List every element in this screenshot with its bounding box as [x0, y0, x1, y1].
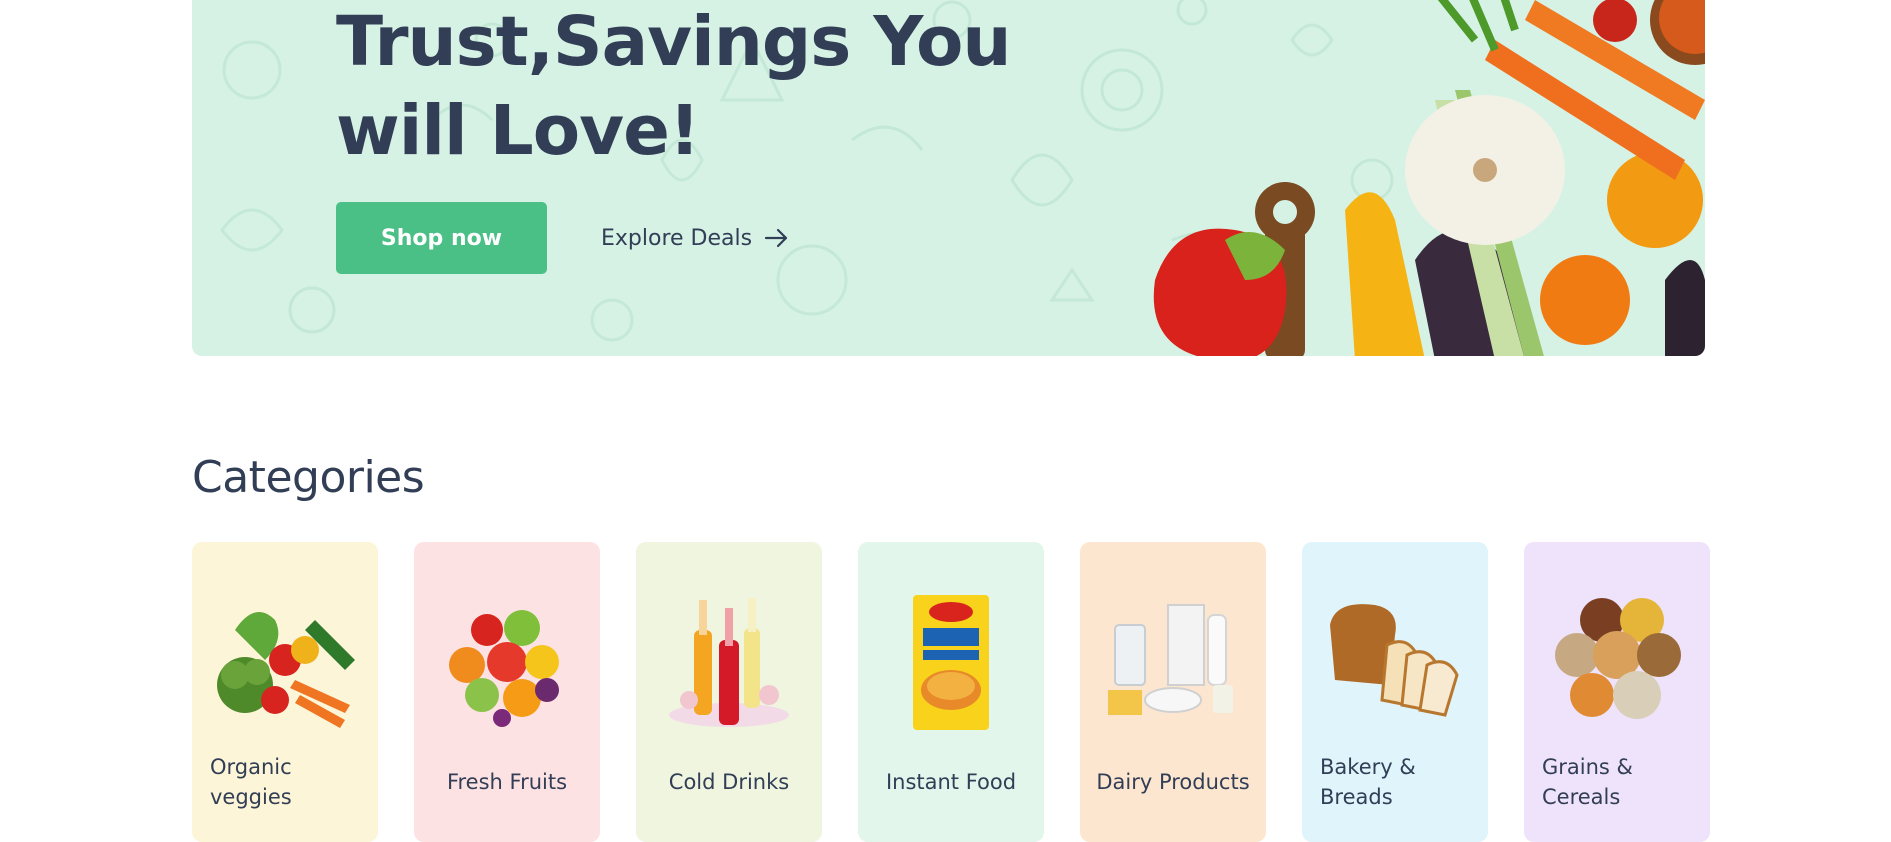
category-card-instant-food[interactable]: Instant Food: [858, 542, 1044, 842]
category-card-cold-drinks[interactable]: Cold Drinks: [636, 542, 822, 842]
category-card-dairy-products[interactable]: Dairy Products: [1080, 542, 1266, 842]
category-card-fresh-fruits[interactable]: Fresh Fruits: [414, 542, 600, 842]
explore-deals-label: Explore Deals: [601, 225, 753, 251]
category-card-organic-veggies[interactable]: Organic veggies: [192, 542, 378, 842]
category-label: Fresh Fruits: [446, 770, 568, 794]
fruits-icon: [449, 610, 559, 727]
shop-now-button[interactable]: Shop now: [336, 202, 547, 274]
bread-icon: [1330, 604, 1459, 717]
explore-deals-link[interactable]: Explore Deals: [601, 202, 790, 274]
categories-heading: Categories: [192, 452, 425, 503]
vegetables-illustration: [1153, 0, 1705, 356]
category-card-bakery-breads[interactable]: Bakery & Breads: [1302, 542, 1488, 842]
category-label: Instant Food: [885, 770, 1017, 794]
arrow-right-icon: [764, 228, 788, 248]
category-label: Grains & Cereals: [1542, 755, 1633, 809]
grains-icon: [1555, 598, 1681, 719]
category-label: Bakery & Breads: [1320, 755, 1416, 809]
hero-headline-line-1: Trust,Savings You: [336, 2, 1012, 82]
cold-drinks-icon: [669, 598, 789, 727]
hero-banner: Trust,Savings You will Love! Shop now Ex…: [192, 0, 1705, 356]
dairy-icon: [1108, 604, 1233, 715]
vegetables-icon: [217, 612, 355, 728]
category-label: Dairy Products: [1096, 770, 1250, 794]
hero-headline: Trust,Savings You will Love!: [336, 0, 1036, 176]
category-label: Organic veggies: [210, 755, 292, 809]
hero-headline-line-2: will Love!: [336, 91, 700, 171]
category-label: Cold Drinks: [668, 770, 790, 794]
instant-noodles-icon: [913, 595, 989, 730]
category-card-grains-cereals[interactable]: Grains & Cereals: [1524, 542, 1710, 842]
